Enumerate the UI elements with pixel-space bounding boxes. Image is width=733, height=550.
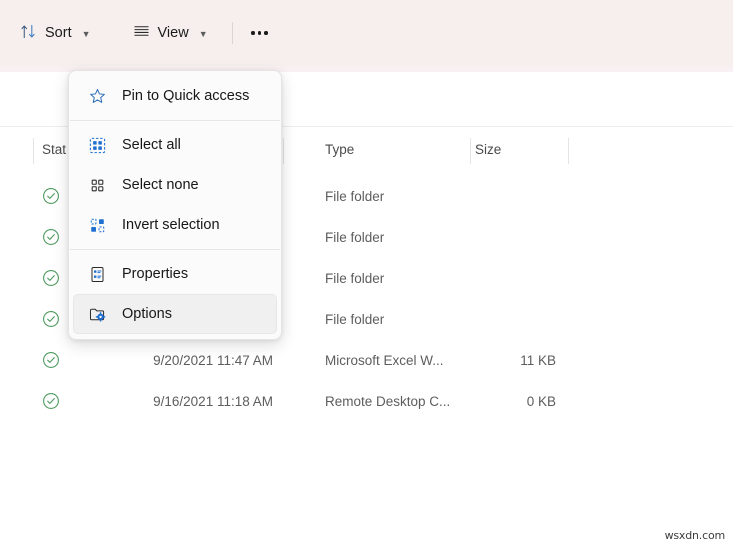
view-lines-icon	[133, 23, 150, 44]
sort-button[interactable]: Sort ▼	[10, 17, 101, 49]
cell-type: File folder	[325, 189, 385, 204]
properties-icon	[87, 264, 107, 284]
sort-arrows-icon	[20, 23, 37, 44]
chevron-down-icon: ▼	[81, 29, 91, 39]
synced-check-icon	[42, 310, 60, 328]
menu-item-select-none[interactable]: Select none	[73, 165, 277, 205]
cell-type: Remote Desktop C...	[325, 394, 451, 409]
menu-item-select-all[interactable]: Select all	[73, 125, 277, 165]
synced-check-icon	[42, 187, 60, 205]
cell-type: File folder	[325, 230, 385, 245]
synced-check-icon	[42, 351, 60, 369]
command-toolbar: Sort ▼ View ▼	[0, 0, 733, 66]
ellipsis-icon	[257, 31, 262, 35]
see-more-button[interactable]	[243, 17, 277, 49]
menu-item-options[interactable]: Options	[73, 294, 277, 334]
select-all-icon	[87, 135, 107, 155]
ellipsis-icon	[264, 31, 268, 35]
star-icon	[87, 86, 107, 106]
synced-check-icon	[42, 228, 60, 246]
cell-date: 9/20/2021 11:47 AM	[153, 353, 273, 368]
ellipsis-icon	[251, 31, 255, 35]
menu-item-label: Invert selection	[122, 217, 220, 233]
synced-check-icon	[42, 392, 60, 410]
column-header-type[interactable]: Type	[325, 142, 354, 157]
table-row[interactable]: 9/16/2021 11:18 AM Remote Desktop C... 0…	[0, 383, 733, 424]
menu-item-label: Select all	[122, 137, 181, 153]
toolbar-separator	[231, 22, 233, 44]
see-more-context-menu: Pin to Quick access Select all Select no…	[68, 70, 282, 340]
column-separator[interactable]	[283, 138, 284, 164]
menu-item-pin-to-quick-access[interactable]: Pin to Quick access	[73, 76, 277, 116]
folder-options-icon	[87, 304, 107, 324]
table-row[interactable]: 9/20/2021 11:47 AM Microsoft Excel W... …	[0, 342, 733, 383]
sort-button-label: Sort	[45, 25, 72, 41]
cell-size: 0 KB	[526, 394, 556, 409]
column-separator[interactable]	[568, 138, 569, 164]
cell-size: 11 KB	[520, 353, 556, 368]
column-header-size[interactable]: Size	[475, 142, 501, 157]
cell-type: File folder	[325, 312, 385, 327]
menu-item-label: Select none	[122, 177, 199, 193]
column-separator[interactable]	[33, 138, 34, 164]
menu-item-properties[interactable]: Properties	[73, 254, 277, 294]
invert-selection-icon	[87, 215, 107, 235]
column-separator[interactable]	[470, 138, 471, 164]
menu-item-label: Pin to Quick access	[122, 88, 250, 104]
menu-item-label: Properties	[122, 266, 189, 282]
menu-separator	[70, 249, 280, 250]
view-button-label: View	[157, 25, 189, 41]
select-none-icon	[87, 175, 107, 195]
watermark: wsxdn.com	[664, 529, 726, 542]
menu-item-invert-selection[interactable]: Invert selection	[73, 205, 277, 245]
synced-check-icon	[42, 269, 60, 287]
view-button[interactable]: View ▼	[123, 17, 218, 49]
column-header-status[interactable]: Stat	[42, 142, 66, 157]
cell-type: Microsoft Excel W...	[325, 353, 444, 368]
menu-item-label: Options	[122, 306, 172, 322]
cell-type: File folder	[325, 271, 385, 286]
cell-date: 9/16/2021 11:18 AM	[153, 394, 273, 409]
chevron-down-icon: ▼	[198, 29, 208, 39]
menu-separator	[70, 120, 280, 121]
